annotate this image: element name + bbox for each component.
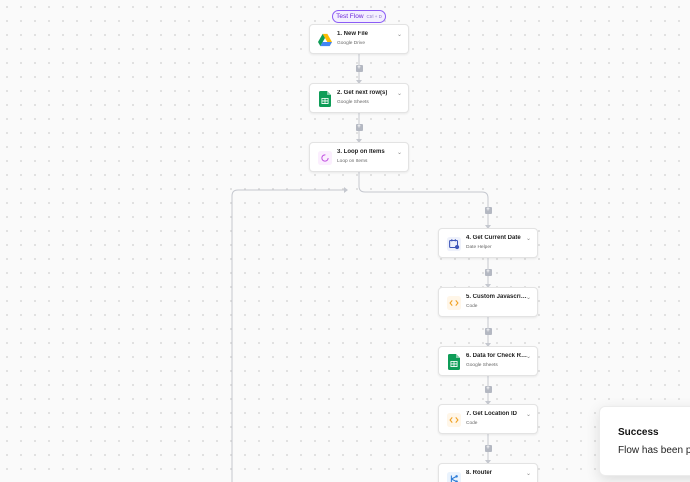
chevron-down-icon[interactable]: ⌄ — [526, 235, 531, 242]
chevron-down-icon[interactable]: ⌄ — [397, 31, 402, 38]
step-card-data-for-check-row[interactable]: 6. Data for Check Row ... Google Sheets … — [438, 346, 538, 376]
step-title: 4. Get Current Date — [466, 235, 521, 241]
chevron-down-icon[interactable]: ⌄ — [526, 353, 531, 360]
step-card-loop-on-items[interactable]: 3. Loop on Items Loop on Items ⌄ — [309, 142, 409, 172]
step-subtitle: Google Sheets — [466, 363, 498, 368]
chevron-down-icon[interactable]: ⌄ — [397, 149, 402, 156]
add-step-button[interactable]: + — [484, 444, 492, 452]
connector-loop-body — [358, 172, 489, 228]
loop-icon — [318, 151, 332, 165]
step-title: 1. New File — [337, 31, 369, 37]
step-subtitle: Loop on Items — [337, 159, 368, 164]
step-title: 7. Get Location ID — [466, 411, 518, 417]
toast-message: Flow has been p — [618, 445, 690, 456]
step-card-custom-javascript[interactable]: 5. Custom Javascript ... Code ⌄ — [438, 287, 538, 317]
chevron-down-icon[interactable]: ⌄ — [526, 294, 531, 301]
test-flow-label: Test Flow — [336, 13, 364, 20]
flow-connectors — [231, 53, 491, 482]
success-toast: Success Flow has been p — [599, 406, 690, 476]
code-icon — [447, 413, 461, 427]
connector-loop-return — [231, 189, 347, 482]
step-title: 6. Data for Check Row ... — [466, 353, 528, 359]
step-subtitle: Date Helper — [466, 245, 492, 250]
flow-canvas[interactable]: + + + + + + + Test Flow Ctrl + D 1. New … — [0, 0, 690, 482]
test-flow-shortcut: Ctrl + D — [366, 14, 382, 19]
step-card-get-next-rows[interactable]: 2. Get next row(s) Google Sheets ⌄ — [309, 83, 409, 113]
step-card-new-file[interactable]: 1. New File Google Drive ⌄ — [309, 24, 409, 54]
step-subtitle: Code — [466, 421, 478, 426]
google-sheets-icon — [319, 91, 331, 107]
step-card-router[interactable]: 8. Router ⌄ — [438, 463, 538, 482]
google-drive-icon — [318, 33, 332, 47]
step-title: 8. Router — [466, 470, 493, 476]
google-sheets-icon — [448, 354, 460, 370]
step-subtitle: Code — [466, 304, 478, 309]
step-title: 5. Custom Javascript ... — [466, 294, 528, 300]
arrow-head — [344, 187, 348, 193]
step-subtitle: Google Drive — [337, 41, 365, 46]
step-title: 2. Get next row(s) — [337, 90, 388, 96]
add-step-button[interactable]: + — [355, 123, 363, 131]
date-helper-icon — [447, 237, 461, 251]
add-step-button[interactable]: + — [484, 385, 492, 393]
toast-title: Success — [618, 427, 659, 438]
step-card-get-location-id[interactable]: 7. Get Location ID Code ⌄ — [438, 404, 538, 434]
router-icon — [447, 472, 461, 482]
step-title: 3. Loop on Items — [337, 149, 385, 155]
add-step-button[interactable]: + — [484, 268, 492, 276]
code-icon — [447, 296, 461, 310]
add-step-button[interactable]: + — [484, 206, 492, 214]
step-subtitle: Google Sheets — [337, 100, 369, 105]
chevron-down-icon[interactable]: ⌄ — [397, 90, 402, 97]
test-flow-button[interactable]: Test Flow Ctrl + D — [332, 10, 386, 23]
chevron-down-icon[interactable]: ⌄ — [526, 411, 531, 418]
add-step-button[interactable]: + — [355, 64, 363, 72]
step-card-get-current-date[interactable]: 4. Get Current Date Date Helper ⌄ — [438, 228, 538, 258]
add-step-button[interactable]: + — [484, 327, 492, 335]
chevron-down-icon[interactable]: ⌄ — [526, 470, 531, 477]
